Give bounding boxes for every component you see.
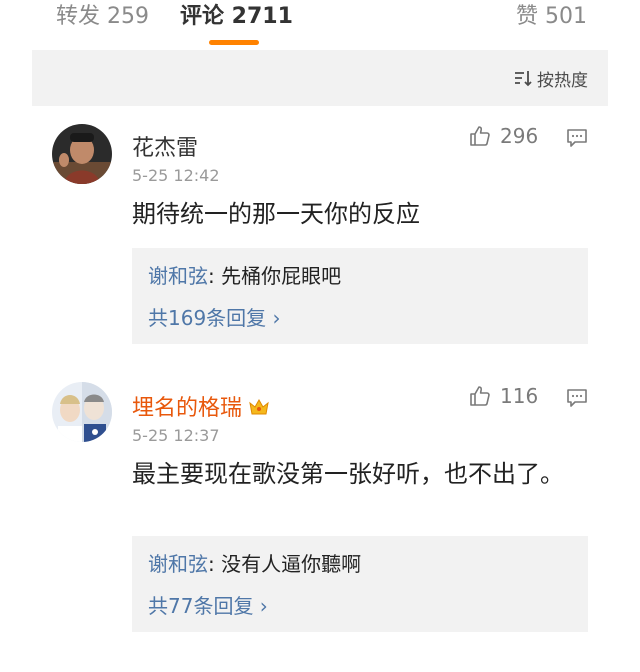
reply-author[interactable]: 谢和弦 — [148, 552, 208, 576]
more-replies-link[interactable]: 共169条回复 › — [148, 302, 281, 331]
like-count: 296 — [500, 124, 539, 148]
comment-author-name[interactable]: 埋名的格瑞 — [132, 390, 270, 422]
comment-text: 期待统一的那一天你的反应 — [132, 200, 420, 228]
tab-bar: 转发 259 评论 2711 赞 501 — [0, 0, 640, 48]
active-tab-indicator — [209, 40, 259, 45]
reply-preview: 谢和弦: 没有人逼你聽啊 — [148, 548, 361, 577]
reply-preview: 谢和弦: 先桶你屁眼吧 — [148, 260, 341, 289]
more-replies-link[interactable]: 共77条回复 › — [148, 590, 268, 619]
reply-content: 没有人逼你聽啊 — [221, 552, 362, 576]
author-name-text: 埋名的格瑞 — [132, 396, 243, 421]
sort-by-hot-button[interactable]: 按热度 — [513, 66, 588, 91]
vip-crown-icon — [249, 398, 269, 415]
reply-separator: : — [208, 264, 222, 288]
reply-icon[interactable] — [566, 388, 588, 408]
thumbs-up-icon — [470, 126, 490, 146]
reply-icon[interactable] — [566, 128, 588, 148]
sort-bar: 按热度 — [32, 50, 608, 106]
thumbs-up-icon — [470, 386, 490, 406]
reply-separator: : — [208, 552, 222, 576]
comment-time: 5-25 12:37 — [132, 426, 220, 445]
like-button[interactable]: 116 — [468, 384, 538, 408]
sort-icon — [515, 71, 532, 87]
tab-reposts[interactable]: 转发 259 — [56, 2, 149, 32]
reply-content: 先桶你屁眼吧 — [221, 264, 342, 288]
tab-likes[interactable]: 赞 501 — [516, 2, 587, 32]
reply-preview-box[interactable]: 谢和弦: 先桶你屁眼吧 共169条回复 › — [132, 248, 588, 344]
comment-time: 5-25 12:42 — [132, 166, 220, 185]
like-count: 116 — [500, 384, 539, 408]
comment-item: 埋名的格瑞 5-25 12:37 116 最主要现在歌没第一张好听，也不出了。 … — [0, 378, 640, 668]
comment-author-name[interactable]: 花杰雷 — [132, 130, 198, 162]
sort-label: 按热度 — [537, 70, 588, 91]
tab-comments[interactable]: 评论 2711 — [180, 2, 293, 32]
reply-preview-box[interactable]: 谢和弦: 没有人逼你聽啊 共77条回复 › — [132, 536, 588, 632]
comment-item: 花杰雷 5-25 12:42 296 期待统一的那一天你的反应 谢和弦: 先桶你… — [0, 118, 640, 358]
avatar[interactable] — [52, 382, 112, 442]
reply-author[interactable]: 谢和弦 — [148, 264, 208, 288]
avatar[interactable] — [52, 124, 112, 184]
comment-text: 最主要现在歌没第一张好听，也不出了。 — [132, 460, 564, 488]
like-button[interactable]: 296 — [468, 124, 538, 148]
